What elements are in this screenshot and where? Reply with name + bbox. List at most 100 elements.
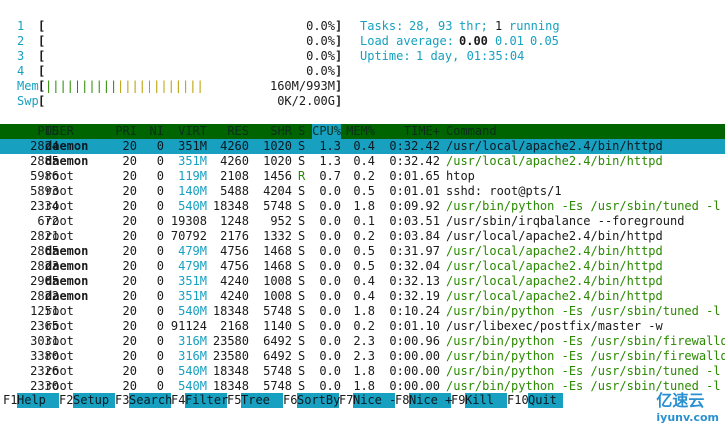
load-15min: 0.05 <box>530 34 559 48</box>
column-shr-header[interactable]: SHR <box>270 124 292 139</box>
process-user: root <box>45 184 74 198</box>
process-cmd: htop <box>446 169 475 183</box>
column-ni-header[interactable]: NI <box>150 124 164 139</box>
fkey-label: Setup <box>73 393 117 408</box>
process-mem: 1.8 <box>353 304 375 318</box>
process-row[interactable]: 672 root 20 0 19308 1248 952 S 0.0 0.1 0:03.51/usr… <box>0 214 725 229</box>
process-s: S <box>298 334 306 348</box>
process-res: 18348 <box>212 304 249 318</box>
process-user: root <box>45 169 74 183</box>
process-ni: 0 <box>156 289 164 303</box>
process-shr: 1140 <box>263 319 292 333</box>
process-row[interactable]: 2821 root 20 0 70792 2176 1332 S 0.0 0.2 0:03.84/u… <box>0 229 725 244</box>
process-virt: 351M <box>178 139 207 153</box>
fkey-label: Search <box>129 393 173 408</box>
process-pri: 20 <box>122 199 137 213</box>
mem-bar-cache: |||||||||||| <box>117 79 204 93</box>
process-mem: 1.8 <box>353 199 375 213</box>
process-shr: 1008 <box>263 289 292 303</box>
process-row[interactable]: 2865 daemon 20 0 479M 4756 1468 S 0.0 0.5 0:31.97/… <box>0 244 725 259</box>
process-row[interactable]: 2365 root 20 0 91124 2168 1140 S 0.0 0.2 0:01.10/u… <box>0 319 725 334</box>
process-ni: 0 <box>156 199 164 213</box>
load-average: Load average: 0.00 0.01 0.05 <box>360 34 559 48</box>
cpu-value: 0.0% <box>306 64 335 78</box>
process-row[interactable]: 2334 root 20 0 540M 18348 5748 S 0.0 1.8 0:09.92/u… <box>0 199 725 214</box>
process-row[interactable]: 3031 root 20 0 316M 23580 6492 S 0.0 2.3 0:00.96/u… <box>0 334 725 349</box>
tasks-summary: Tasks: 28, 93 thr; 1 running <box>360 19 560 33</box>
process-time: 0:09.92 <box>389 199 440 213</box>
process-row[interactable]: 3380 root 20 0 316M 23580 6492 S 0.0 2.3 0:00.00/u… <box>0 349 725 364</box>
process-cpu: 0.0 <box>319 364 341 378</box>
process-cmd: /usr/local/apache2.4/bin/httpd <box>446 259 663 273</box>
process-cmd: /usr/local/apache2.4/bin/httpd <box>446 154 663 168</box>
process-user: root <box>45 349 74 363</box>
process-user: root <box>45 304 74 318</box>
process-res: 18348 <box>212 364 249 378</box>
process-time: 0:31.97 <box>389 244 440 258</box>
column-user-header[interactable]: USER <box>45 124 74 139</box>
process-ni: 0 <box>156 319 164 333</box>
process-s: S <box>298 304 306 318</box>
process-cpu: 0.0 <box>319 259 341 273</box>
process-pri: 20 <box>122 304 137 318</box>
fkey-label: Quit <box>528 393 565 408</box>
process-pri: 20 <box>122 244 137 258</box>
process-s: S <box>298 154 306 168</box>
process-s: S <box>298 244 306 258</box>
process-ni: 0 <box>156 154 164 168</box>
column-time-header[interactable]: TIME+ <box>404 124 440 139</box>
column-command-header[interactable]: Command <box>446 124 497 139</box>
process-mem: 0.5 <box>353 259 375 273</box>
process-virt: 540M <box>178 304 207 318</box>
column-pri-header[interactable]: PRI <box>115 124 137 139</box>
process-row[interactable]: 5986 root 20 0 119M 2108 1456 R 0.7 0.2 0:01.65 hto… <box>0 169 725 184</box>
process-row[interactable]: 2822 daemon 20 0 351M 4240 1008 S 0.0 0.4 0:32.19/… <box>0 289 725 304</box>
process-row[interactable]: 2823 daemon 20 0 479M 4756 1468 S 0.0 0.5 0:32.04/… <box>0 259 725 274</box>
process-shr: 1456 <box>263 169 292 183</box>
process-user: daemon <box>45 289 89 303</box>
column-mem-header[interactable]: MEM% <box>346 124 375 139</box>
process-shr: 1468 <box>263 259 292 273</box>
column-res-header[interactable]: RES <box>227 124 249 139</box>
process-shr: 6492 <box>263 349 292 363</box>
function-key-bar: F1 Help F2 Setup F3 Search F4 Filter F5 Tree F6… <box>3 393 565 408</box>
process-shr: 5748 <box>263 199 292 213</box>
process-virt: 479M <box>178 259 207 273</box>
process-cmd: /usr/local/apache2.4/bin/httpd <box>446 229 663 243</box>
process-row[interactable]: 2326 root 20 0 540M 18348 5748 S 0.0 1.8 0:00.00/u… <box>0 364 725 379</box>
process-row[interactable]: 5893 root 20 0 140M 5488 4204 S 0.0 0.5 0:01.01 ssh… <box>0 184 725 199</box>
process-user: daemon <box>45 274 89 288</box>
process-time: 0:00.00 <box>389 364 440 378</box>
process-pri: 20 <box>122 364 137 378</box>
process-user: daemon <box>45 139 89 153</box>
column-cpu-header[interactable]: CPU% <box>312 124 341 139</box>
process-pri: 20 <box>122 274 137 288</box>
process-cmd: /usr/bin/python -Es /usr/sbin/tuned -l - <box>446 304 725 318</box>
process-cpu: 1.3 <box>319 154 341 168</box>
process-pri: 20 <box>122 214 137 228</box>
column-s-header[interactable]: S <box>298 124 305 139</box>
process-row[interactable]: 1251 root 20 0 540M 18348 5748 S 0.0 1.8 0:10.24/u… <box>0 304 725 319</box>
process-time: 0:32.42 <box>389 139 440 153</box>
process-cpu: 0.0 <box>319 319 341 333</box>
process-user: daemon <box>45 244 89 258</box>
process-user: root <box>45 379 74 393</box>
process-time: 0:03.84 <box>389 229 440 243</box>
process-time: 0:10.24 <box>389 304 440 318</box>
process-res: 2168 <box>220 319 249 333</box>
process-res: 4240 <box>220 274 249 288</box>
process-cpu: 0.7 <box>319 169 341 183</box>
process-virt: 91124 <box>170 319 207 333</box>
process-row[interactable]: 2905 daemon 20 0 351M 4240 1008 S 0.0 0.4 0:32.13/… <box>0 274 725 289</box>
fkey-label: Nice + <box>409 393 453 408</box>
process-pri: 20 <box>122 319 137 333</box>
process-cpu: 0.0 <box>319 199 341 213</box>
process-shr: 5748 <box>263 379 292 393</box>
process-user: root <box>45 319 74 333</box>
column-virt-header[interactable]: VIRT <box>178 124 207 139</box>
process-row[interactable]: 2885 daemon 20 0 351M 4260 1020 S 1.3 0.4 0:32.42/… <box>0 154 725 169</box>
swap-meter: Swp [ 0K/2.00G ] <box>17 94 343 108</box>
process-row[interactable]: 2824 daemon 20 0 351M 4260 1020 S 1.3 0.4 0:32.42/… <box>0 139 725 154</box>
process-virt: 316M <box>178 334 207 348</box>
process-row[interactable]: 2330 root 20 0 540M 18348 5748 S 0.0 1.8 0:00.00/u… <box>0 379 725 394</box>
